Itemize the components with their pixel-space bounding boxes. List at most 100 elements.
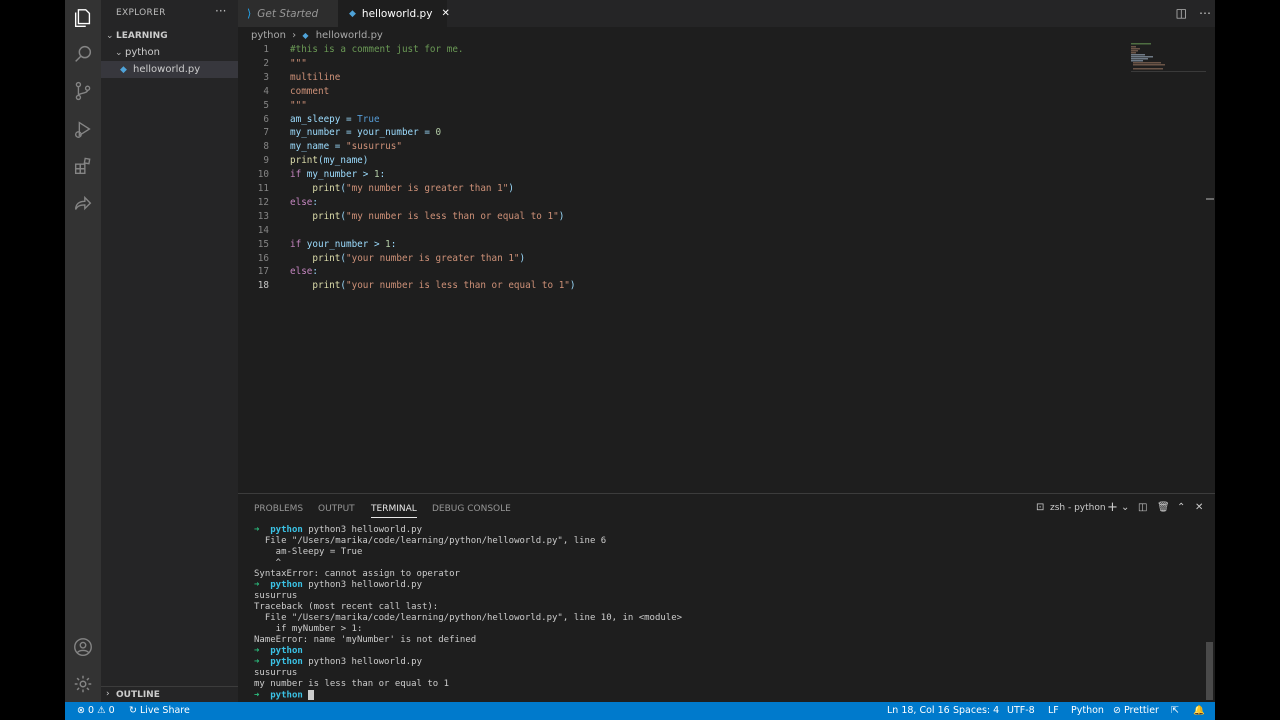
line-number: 5 — [263, 99, 269, 111]
outline-section[interactable]: › OUTLINE — [101, 686, 238, 703]
overview-ruler-cursor — [1206, 198, 1214, 200]
more-actions-icon[interactable]: ··· — [215, 4, 226, 18]
folder-python[interactable]: ⌄ python — [101, 44, 238, 61]
eol-status[interactable]: LF — [1048, 705, 1059, 716]
new-terminal-icon[interactable]: + — [1107, 500, 1118, 515]
accounts-icon[interactable] — [71, 635, 95, 659]
maximize-panel-icon[interactable]: ⌃ — [1177, 502, 1185, 513]
workspace-root[interactable]: ⌄ LEARNING — [101, 27, 238, 44]
terminal-scrollbar[interactable] — [1206, 642, 1213, 700]
chevron-down-icon[interactable]: ⌄ — [1121, 502, 1129, 513]
kill-terminal-trash-icon[interactable]: 🗑 — [1157, 502, 1170, 513]
terminal-line: File "/Users/marika/code/learning/python… — [254, 536, 607, 546]
line-number: 10 — [257, 169, 269, 181]
code-line[interactable]: 14 — [238, 224, 1215, 238]
search-icon[interactable] — [71, 42, 95, 66]
file-helloworld[interactable]: ◆ helloworld.py — [101, 61, 238, 78]
status-bar: ⊗ 0 ⚠ 0 ↻ Live Share Ln 18, Col 16 Space… — [65, 702, 1215, 720]
prompt-dir: python — [270, 690, 303, 701]
folder-label: python — [125, 47, 160, 58]
live-share-label: Live Share — [140, 705, 190, 716]
errors-status[interactable]: ⊗ 0 ⚠ 0 — [77, 705, 115, 716]
language-mode[interactable]: Python — [1071, 705, 1104, 716]
line-number: 13 — [257, 210, 269, 222]
indentation-status[interactable]: Spaces: 4 — [953, 705, 999, 716]
explorer-header: EXPLORER ··· — [101, 0, 238, 26]
code-line[interactable]: 7 my_number = your_number = 0 — [238, 126, 1215, 140]
line-number: 1 — [263, 44, 269, 55]
code-line[interactable]: 13 print("my number is less than or equa… — [238, 210, 1215, 224]
line-text: """ — [290, 99, 307, 111]
line-text: else: — [290, 266, 318, 278]
close-panel-icon[interactable]: ✕ — [1195, 502, 1203, 513]
line-number: 15 — [257, 238, 269, 250]
code-line[interactable]: 2 """ — [238, 57, 1215, 71]
prompt-arrow-icon: ➜ — [254, 580, 271, 590]
more-actions-icon[interactable]: ⋯ — [1199, 6, 1211, 20]
split-editor-icon[interactable]: ◫ — [1176, 6, 1187, 20]
prompt-arrow-icon: ➜ — [254, 690, 271, 701]
line-number: 4 — [263, 85, 269, 97]
outline-label: OUTLINE — [116, 690, 160, 700]
line-number: 6 — [263, 113, 269, 125]
close-icon[interactable]: ✕ — [441, 8, 449, 19]
source-control-icon[interactable] — [71, 79, 95, 103]
notifications-bell-icon[interactable]: 🔔 — [1193, 705, 1205, 716]
tab-helloworld[interactable]: ◆ helloworld.py ✕ — [338, 0, 450, 27]
live-share-status[interactable]: ↻ Live Share — [129, 705, 190, 716]
code-line[interactable]: 12 else: — [238, 196, 1215, 210]
line-text: multiline — [290, 71, 341, 83]
activity-bar — [65, 0, 101, 702]
code-line[interactable]: 3 multiline — [238, 71, 1215, 85]
code-line[interactable]: 9 print(my_name) — [238, 154, 1215, 168]
prompt-command: python3 helloworld.py — [302, 657, 422, 667]
live-share-icon[interactable] — [71, 192, 95, 216]
tab-terminal[interactable]: TERMINAL — [371, 504, 417, 518]
extensions-icon[interactable] — [71, 154, 95, 178]
code-line[interactable]: 15 if your_number > 1: — [238, 238, 1215, 252]
code-line[interactable]: 8 my_name = "susurrus" — [238, 140, 1215, 154]
cursor-position[interactable]: Ln 18, Col 16 — [887, 705, 950, 716]
line-text: my_number = your_number = 0 — [290, 127, 442, 139]
bottom-panel: PROBLEMS OUTPUT TERMINAL DEBUG CONSOLE ⊡… — [238, 493, 1215, 703]
settings-gear-icon[interactable] — [71, 672, 95, 696]
prettier-status[interactable]: ⊘ Prettier — [1113, 705, 1159, 716]
tab-output[interactable]: OUTPUT — [318, 504, 355, 514]
code-line[interactable]: 1 #this is a comment just for me. — [238, 43, 1215, 57]
prompt-arrow-icon: ➜ — [254, 657, 271, 667]
split-terminal-icon[interactable]: ◫ — [1138, 502, 1147, 513]
line-text: print("your number is greater than 1") — [312, 252, 526, 264]
code-line[interactable]: 11 print("my number is greater than 1") — [238, 182, 1215, 196]
terminal-line: susurrus — [254, 668, 298, 678]
line-number: 12 — [257, 196, 269, 208]
breadcrumb-file[interactable]: helloworld.py — [316, 30, 383, 41]
tab-get-started[interactable]: ⟩ Get Started — [238, 0, 338, 27]
breadcrumb-folder[interactable]: python — [251, 30, 286, 41]
explorer-icon[interactable] — [71, 6, 95, 30]
code-line[interactable]: 5 """ — [238, 99, 1215, 113]
live-share-icon: ↻ — [129, 705, 137, 716]
minimap[interactable] — [1131, 43, 1206, 73]
line-text: """ — [290, 57, 307, 69]
code-line[interactable]: 18 print("your number is less than or eq… — [238, 279, 1215, 293]
code-line[interactable]: 16 print("your number is greater than 1"… — [238, 252, 1215, 266]
code-editor[interactable]: 1 #this is a comment just for me. 2 """ 3 mul… — [238, 43, 1215, 493]
terminal-cursor — [308, 690, 315, 700]
line-number: 7 — [263, 127, 269, 139]
tab-debug-console[interactable]: DEBUG CONSOLE — [432, 504, 511, 514]
feedback-icon[interactable]: ⇱ — [1171, 705, 1179, 716]
terminal-shell-select[interactable]: zsh - python — [1050, 503, 1106, 513]
tab-label: helloworld.py — [361, 7, 433, 20]
encoding-status[interactable]: UTF-8 — [1007, 705, 1035, 716]
code-line[interactable]: 17 else: — [238, 265, 1215, 279]
code-line[interactable]: 10 if my_number > 1: — [238, 168, 1215, 182]
line-number: 3 — [263, 71, 269, 83]
vscode-window: EXPLORER ··· ⌄ LEARNING ⌄ python ◆ hello… — [65, 0, 1215, 720]
run-debug-icon[interactable] — [71, 117, 95, 141]
code-line[interactable]: 4 comment — [238, 85, 1215, 99]
prompt-dir: python — [270, 525, 303, 535]
tab-problems[interactable]: PROBLEMS — [254, 504, 303, 514]
line-text: print(my_name) — [290, 155, 369, 167]
chevron-right-icon: › — [106, 689, 110, 699]
code-line[interactable]: 6 am_sleepy = True — [238, 113, 1215, 127]
